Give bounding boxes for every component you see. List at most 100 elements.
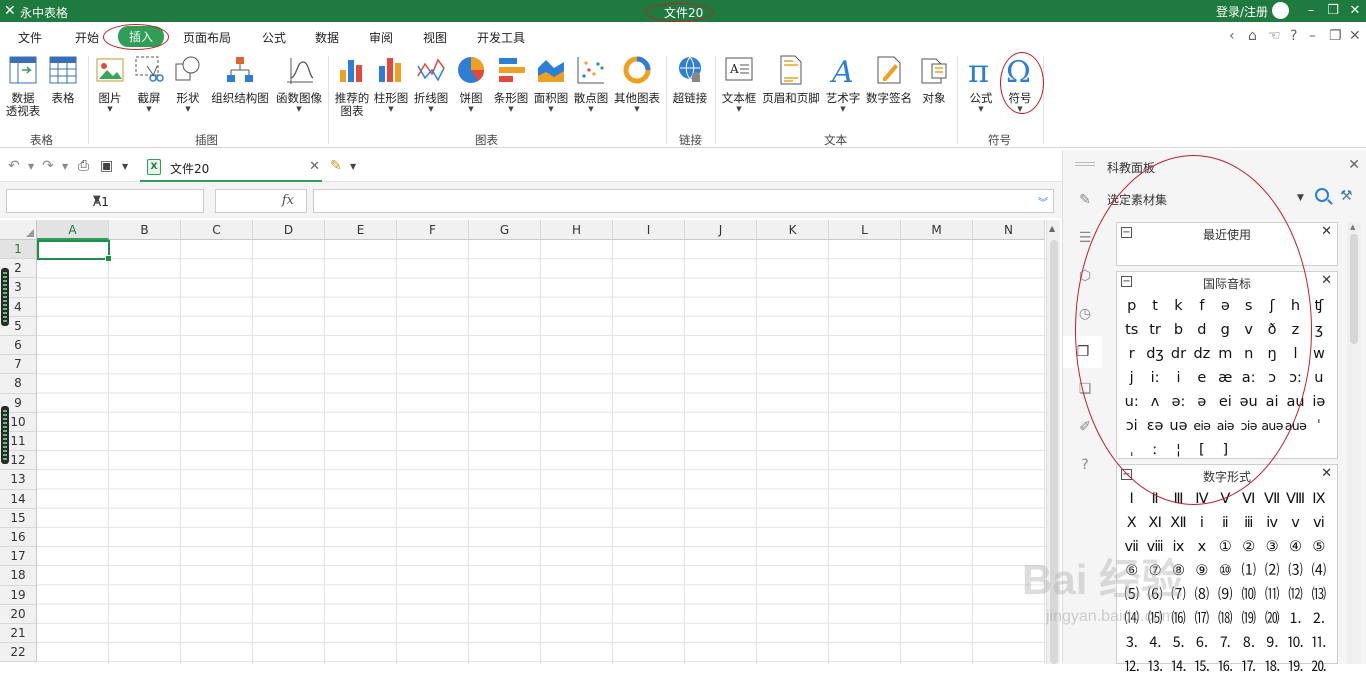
search-icon[interactable] [1315, 188, 1329, 202]
row-header-13[interactable]: 13 [0, 470, 37, 490]
row-header-19[interactable]: 19 [0, 585, 37, 605]
symbol-cell[interactable]: a: [1237, 366, 1260, 390]
doc-minimize-icon[interactable]: – [1309, 28, 1316, 44]
symbol-cell[interactable]: Ⅴ [1214, 487, 1237, 511]
menu-view[interactable]: 视图 [423, 29, 447, 46]
document-tab[interactable]: X 文件20 ✕ [140, 154, 322, 182]
symbol-cell[interactable]: iə [1307, 390, 1330, 414]
undo-dropdown-icon[interactable]: ▼ [28, 162, 34, 171]
left-splitter-handle[interactable] [1, 406, 9, 464]
textbox-dropdown-icon[interactable]: ▼ [720, 105, 758, 113]
menu-file[interactable]: 文件 [18, 29, 42, 46]
row-header-14[interactable]: 14 [0, 489, 37, 509]
symbol-cell[interactable]: ⑴ [1237, 559, 1260, 583]
symbol-cell[interactable]: ɔiə [1237, 414, 1260, 438]
symbol-cell[interactable]: [ [1190, 438, 1213, 462]
column-header-g[interactable]: G [469, 220, 541, 240]
save-icon[interactable]: ▣ [100, 158, 113, 174]
column-header-m[interactable]: M [901, 220, 973, 240]
panel-scrollbar-thumb[interactable] [1350, 234, 1358, 344]
symbol-cell[interactable]: v [1237, 318, 1260, 342]
function-graph-button[interactable]: 函数图像 ▼ [273, 54, 325, 113]
bar-chart-button[interactable]: 条形图 ▼ [491, 54, 531, 113]
symbol-cell[interactable]: ei [1214, 390, 1237, 414]
symbol-cell[interactable]: əu [1237, 390, 1260, 414]
symbol-cell[interactable]: ⒉ [1307, 607, 1330, 631]
section-close-icon[interactable]: ✕ [1321, 273, 1332, 288]
symbol-cell[interactable]: Ⅱ [1143, 487, 1166, 511]
help-icon[interactable]: ? [1290, 28, 1297, 44]
symbol-cell[interactable]: dʒ [1143, 342, 1166, 366]
section-close-icon[interactable]: ✕ [1321, 466, 1332, 481]
symbol-cell[interactable]: t [1143, 294, 1166, 318]
symbol-cell[interactable]: ⑩ [1214, 559, 1237, 583]
symbol-cell[interactable]: ⒊ [1120, 631, 1143, 655]
symbol-cell[interactable]: ⑵ [1260, 559, 1283, 583]
symbol-cell[interactable]: Ⅹ [1120, 511, 1143, 535]
symbol-cell[interactable]: ⅱ [1214, 511, 1237, 535]
symbol-cell[interactable]: ⒈ [1284, 607, 1307, 631]
symbol-cell[interactable]: ⑷ [1307, 559, 1330, 583]
doc-restore-icon[interactable]: ❐ [1329, 28, 1342, 44]
symbol-cell[interactable]: ¦ [1167, 438, 1190, 462]
symbol-cell[interactable]: ⒅ [1214, 607, 1237, 631]
tools-icon[interactable]: ⚒ [1340, 188, 1358, 204]
symbol-cell[interactable]: aiə [1214, 414, 1237, 438]
symbol-cell[interactable]: ə [1214, 294, 1237, 318]
symbol-cell[interactable]: auə [1260, 414, 1283, 438]
symbol-cell[interactable]: ⒑ [1284, 631, 1307, 655]
fx-icon[interactable]: fx [282, 193, 294, 208]
symbol-cell[interactable]: Ⅺ [1143, 511, 1166, 535]
symbol-cell[interactable]: ② [1237, 535, 1260, 559]
symbol-cell[interactable]: j [1120, 366, 1143, 390]
symbol-cell[interactable]: ə: [1167, 390, 1190, 414]
scatter-chart-button[interactable]: 散点图 ▼ [572, 54, 610, 113]
name-box-dropdown-icon[interactable]: ▼ [93, 194, 198, 205]
menu-home[interactable]: 开始 [75, 29, 99, 46]
symbol-cell[interactable]: ʧ [1307, 294, 1330, 318]
formula-input[interactable]: ︾ [313, 189, 1054, 213]
header-footer-button[interactable]: 页眉和页脚 [760, 54, 822, 105]
symbol-cell[interactable]: ⒗ [1214, 655, 1237, 679]
close-tab-icon[interactable]: ✕ [309, 159, 320, 174]
symbol-cell[interactable]: k [1167, 294, 1190, 318]
symbol-cell[interactable]: ⒓ [1120, 655, 1143, 679]
restore-icon[interactable]: ❐ [1324, 2, 1342, 20]
redo-icon[interactable]: ↷ [42, 158, 54, 174]
symbol-cell[interactable]: ˈ [1307, 414, 1330, 438]
name-box[interactable]: A1 ▼ [6, 189, 204, 213]
symbol-cell[interactable]: ⑼ [1214, 583, 1237, 607]
symbol-cell[interactable]: s [1237, 294, 1260, 318]
symbol-cell[interactable]: ŋ [1260, 342, 1283, 366]
select-all-corner[interactable] [0, 220, 37, 240]
symbol-cell[interactable]: ai [1260, 390, 1283, 414]
symbol-cell[interactable]: ð [1260, 318, 1283, 342]
symbol-cell[interactable]: ⒕ [1167, 655, 1190, 679]
column-header-l[interactable]: L [829, 220, 901, 240]
symbol-cell[interactable]: ʌ [1143, 390, 1166, 414]
copy-icon[interactable]: ❏ [1077, 381, 1093, 397]
menu-review[interactable]: 审阅 [369, 29, 393, 46]
collapse-ribbon-icon[interactable]: ⌂ [1248, 28, 1257, 44]
column-header-c[interactable]: C [181, 220, 253, 240]
pencil-icon[interactable]: ✎ [1077, 192, 1093, 208]
picture-button[interactable]: 图片 ▼ [93, 54, 127, 113]
symbol-cell[interactable]: u: [1120, 390, 1143, 414]
textbox-button[interactable]: A 文本框 ▼ [720, 54, 758, 113]
symbol-cell[interactable]: r [1120, 342, 1143, 366]
symbol-cell[interactable]: ⅲ [1237, 511, 1260, 535]
symbol-cell[interactable]: Ⅷ [1284, 487, 1307, 511]
symbol-cell[interactable]: Ⅰ [1120, 487, 1143, 511]
symbol-cell[interactable]: ⒎ [1214, 631, 1237, 655]
bookmark-panel-icon[interactable]: ❒ [1063, 336, 1103, 368]
symbol-cell[interactable]: z [1284, 318, 1307, 342]
symbol-cell[interactable]: n [1237, 342, 1260, 366]
symbol-cell[interactable]: uə [1167, 414, 1190, 438]
panel-close-icon[interactable]: ✕ [1348, 157, 1360, 173]
symbol-cell[interactable]: i [1167, 366, 1190, 390]
symbol-cell[interactable]: i: [1143, 366, 1166, 390]
row-header-17[interactable]: 17 [0, 547, 37, 567]
pivot-table-button[interactable]: 数据 透视表 [4, 54, 42, 118]
symbol-cell[interactable]: ɔi [1120, 414, 1143, 438]
symbol-cell[interactable]: Ⅶ [1260, 487, 1283, 511]
